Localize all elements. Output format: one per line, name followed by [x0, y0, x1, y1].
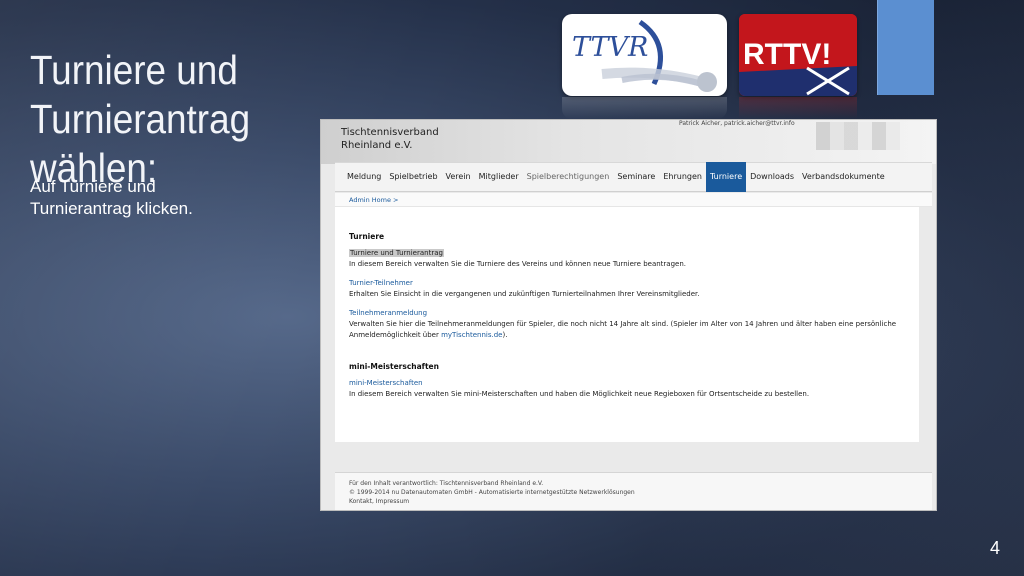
portal-footer: Für den Inhalt verantwortlich: Tischtenn… [335, 472, 932, 510]
breadcrumb[interactable]: Admin Home > [349, 196, 399, 204]
slide-instruction-line1: Auf Turniere und [30, 177, 156, 196]
portal-header: Tischtennisverband Rheinland e.V. Patric… [321, 120, 936, 164]
slide-title-line1: Turniere und Turnierantrag [30, 47, 251, 142]
logged-in-user: Patrick Aicher, patrick.aicher@ttvr.info [679, 120, 795, 127]
portal-screenshot: Tischtennisverband Rheinland e.V. Patric… [320, 119, 937, 511]
link-mytischtennis[interactable]: myTischtennis.de [441, 331, 502, 339]
section-title-mini-meisterschaften: mini-Meisterschaften [349, 362, 439, 371]
portal-brand-line1: Tischtennisverband [341, 127, 439, 138]
footer-copyright: © 1999-2014 nu Datenautomaten GmbH - Aut… [349, 489, 635, 496]
blurred-region [816, 122, 900, 150]
ttvr-logo: TTVR [562, 14, 727, 96]
portal-brand[interactable]: Tischtennisverband Rheinland e.V. [341, 126, 439, 152]
nav-item-spielberechtigungen[interactable]: Spielberechtigungen [523, 162, 614, 192]
desc-teilnehmeranmeldung-end: ). [502, 330, 508, 339]
nav-item-spielbetrieb[interactable]: Spielbetrieb [385, 162, 441, 192]
nav-item-verbandsdokumente[interactable]: Verbandsdokumente [798, 162, 889, 192]
footer-responsibility: Für den Inhalt verantwortlich: Tischtenn… [349, 480, 544, 487]
desc-mini-meisterschaften: In diesem Bereich verwalten Sie mini-Mei… [349, 390, 810, 398]
slide-instruction: Auf Turniere und Turnierantrag klicken. [30, 176, 220, 220]
rttv-logo-text: RTTV! [743, 38, 831, 71]
nav-item-mitglieder[interactable]: Mitglieder [475, 162, 523, 192]
nav-item-verein[interactable]: Verein [442, 162, 475, 192]
portal-nav-bar: Meldung Spielbetrieb Verein Mitglieder Spiel… [335, 162, 932, 192]
portal-brand-line2: Rheinland e.V. [341, 140, 413, 151]
ttvr-logo-reflection [562, 97, 727, 119]
rttv-logo-graphic: RTTV! [739, 14, 857, 96]
ttvr-logo-text: TTVR [572, 32, 648, 63]
link-turnier-teilnehmer[interactable]: Turnier-Teilnehmer [349, 279, 413, 287]
slide-instruction-line2: Turnierantrag klicken. [30, 199, 193, 218]
rttv-logo: RTTV! [739, 14, 857, 96]
link-teilnehmeranmeldung[interactable]: Teilnehmeranmeldung [349, 309, 427, 317]
rttv-logo-reflection [739, 97, 857, 119]
desc-teilnehmeranmeldung: Verwalten Sie hier die Teilnehmeranmeldu… [349, 319, 914, 340]
desc-turnier-teilnehmer: Erhalten Sie Einsicht in die vergangenen… [349, 290, 700, 298]
link-turniere-und-turnierantrag[interactable]: Turniere und Turnierantrag [349, 249, 444, 257]
breadcrumb-bar: Admin Home > [335, 193, 932, 207]
section-title-turniere: Turniere [349, 232, 385, 241]
desc-teilnehmeranmeldung-text: Verwalten Sie hier die Teilnehmeranmeldu… [349, 320, 897, 339]
ttvr-logo-graphic: TTVR [572, 19, 717, 92]
nav-item-turniere[interactable]: Turniere [705, 162, 747, 192]
nav-item-seminare[interactable]: Seminare [613, 162, 659, 192]
nav-item-ehrungen[interactable]: Ehrungen [659, 162, 706, 192]
footer-links[interactable]: Kontakt, Impressum [349, 498, 409, 505]
accent-bar [877, 0, 934, 95]
nav-item-downloads[interactable]: Downloads [746, 162, 798, 192]
nav-item-meldung[interactable]: Meldung [343, 162, 385, 192]
link-mini-meisterschaften[interactable]: mini-Meisterschaften [349, 379, 423, 387]
slide-number: 4 [990, 538, 1001, 558]
desc-turniere-und-turnierantrag: In diesem Bereich verwalten Sie die Turn… [349, 260, 686, 268]
portal-content: Turniere Turniere und Turnierantrag In d… [335, 207, 919, 442]
